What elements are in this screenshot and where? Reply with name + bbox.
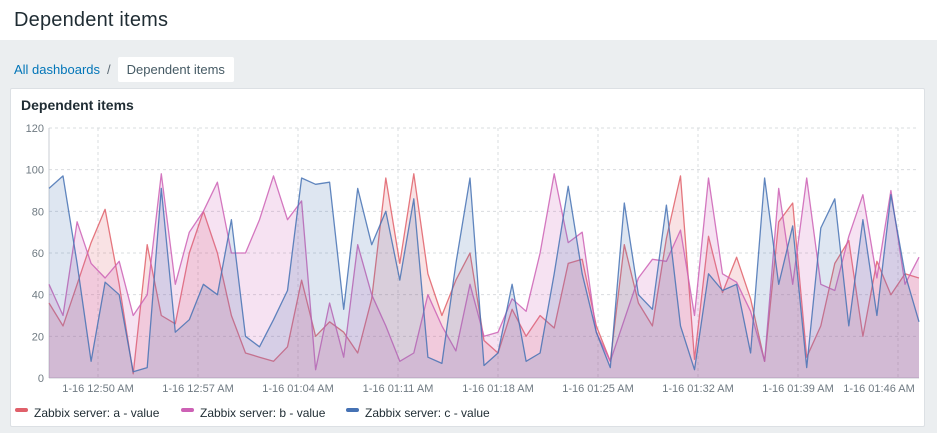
y-axis-label: 120 [26, 123, 44, 135]
x-axis-label: 1-16 01:04 AM [262, 383, 334, 395]
legend-swatch-0 [15, 408, 28, 412]
x-axis-label: 1-16 01:46 AM [843, 383, 915, 395]
page-header: Dependent items [0, 0, 937, 40]
x-axis-label: 1-16 12:57 AM [162, 383, 234, 395]
breadcrumb-current-page[interactable]: Dependent items [118, 57, 234, 82]
legend-label-2: Zabbix server: c - value [365, 406, 490, 420]
x-axis-label: 1-16 01:39 AM [762, 383, 834, 395]
x-axis-label: 1-16 01:11 AM [363, 383, 434, 395]
x-axis-label: 1-16 01:32 AM [662, 383, 734, 395]
widget-title: Dependent items [21, 97, 134, 113]
x-axis-label: 1-16 01:25 AM [562, 383, 634, 395]
x-axis-label: 1-16 01:18 AM [462, 383, 534, 395]
y-axis-label: 20 [32, 331, 44, 343]
breadcrumb-separator: / [107, 62, 111, 77]
graph-widget: Dependent items 0 20 40 60 80 100 120 1-16 12:5… [10, 88, 925, 427]
legend-item-0: Zabbix server: a - value [15, 406, 160, 420]
legend-label-0: Zabbix server: a - value [34, 406, 160, 420]
y-axis-label: 40 [32, 290, 44, 302]
y-axis-label: 0 [38, 373, 44, 385]
legend-item-2: Zabbix server: c - value [346, 406, 490, 420]
legend-swatch-1 [181, 408, 194, 412]
x-axis-label: 1-16 12:50 AM [62, 383, 134, 395]
y-axis-label: 60 [32, 248, 44, 260]
y-axis-label: 100 [26, 165, 44, 177]
breadcrumb: All dashboards / Dependent items [14, 57, 937, 82]
y-axis-label: 80 [32, 206, 44, 218]
dependent-items-graph[interactable]: 0 20 40 60 80 100 120 1-16 12:50 AM 1-16 12:57 A… [11, 115, 924, 426]
page-title: Dependent items [14, 9, 168, 32]
legend-label-1: Zabbix server: b - value [200, 406, 326, 420]
legend-swatch-2 [346, 408, 359, 412]
legend-item-1: Zabbix server: b - value [181, 406, 326, 420]
breadcrumb-link-all-dashboards[interactable]: All dashboards [14, 62, 100, 77]
